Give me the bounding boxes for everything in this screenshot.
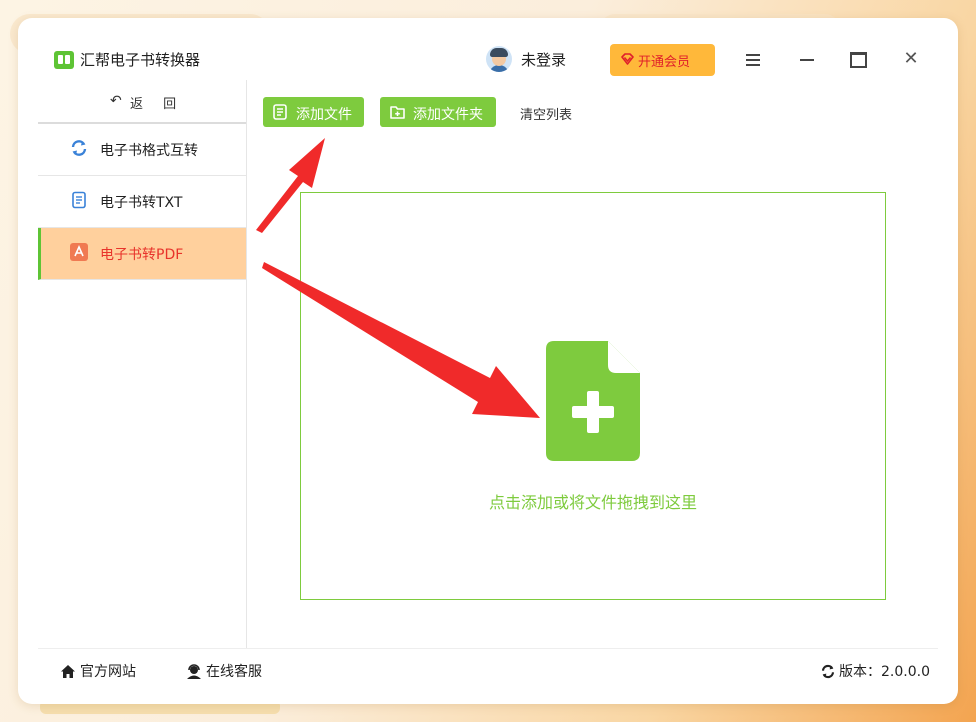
back-label: 返 回 — [130, 97, 185, 112]
title-bar: 汇帮电子书转换器 未登录 开通会员 ✕ — [18, 18, 958, 80]
drop-hint: 点击添加或将文件拖拽到这里 — [488, 493, 697, 512]
add-folder-label: 添加文件夹 — [413, 106, 483, 122]
online-support-link[interactable]: 在线客服 — [186, 661, 262, 681]
vip-button[interactable]: 开通会员 — [610, 44, 715, 76]
app-window: 汇帮电子书转换器 未登录 开通会员 ✕ ↶ 返 回 电子书格式互转 电子书转TX… — [18, 18, 958, 704]
support-agent-icon — [187, 664, 201, 679]
version-label: 版本：2.0.0.0 — [839, 664, 930, 680]
clear-list-button[interactable]: 清空列表 — [520, 104, 572, 123]
minimize-icon[interactable] — [794, 46, 820, 72]
sidebar-item-format-convert[interactable]: 电子书格式互转 — [38, 124, 246, 176]
app-title: 汇帮电子书转换器 — [80, 51, 201, 69]
drop-zone[interactable]: 点击添加或将文件拖拽到这里 — [300, 192, 886, 600]
sidebar-item-to-txt[interactable]: 电子书转TXT — [38, 176, 246, 228]
online-support-label: 在线客服 — [206, 664, 262, 680]
sidebar-item-label: 电子书格式互转 — [100, 143, 198, 159]
home-icon — [61, 665, 75, 678]
refresh-icon — [821, 664, 835, 679]
back-button[interactable]: ↶ 返 回 — [38, 80, 246, 124]
sync-icon — [71, 140, 87, 156]
version-info: 版本：2.0.0.0 — [820, 661, 930, 681]
footer: 官方网站 在线客服 版本：2.0.0.0 — [38, 648, 938, 689]
maximize-icon[interactable] — [845, 46, 871, 72]
vip-label: 开通会员 — [638, 54, 691, 69]
add-file-icon — [273, 104, 287, 120]
pdf-icon — [70, 243, 88, 261]
diamond-icon — [621, 53, 634, 65]
add-folder-button[interactable]: 添加文件夹 — [380, 97, 496, 127]
back-arrow-icon: ↶ — [110, 93, 122, 109]
sidebar-item-label: 电子书转PDF — [100, 247, 184, 263]
close-icon[interactable]: ✕ — [898, 46, 924, 72]
sidebar-item-label: 电子书转TXT — [100, 195, 183, 211]
add-file-button[interactable]: 添加文件 — [263, 97, 364, 127]
sidebar-item-to-pdf[interactable]: 电子书转PDF — [38, 228, 246, 280]
add-file-label: 添加文件 — [296, 106, 352, 122]
login-status[interactable]: 未登录 — [521, 49, 566, 70]
menu-icon[interactable] — [740, 46, 766, 72]
add-folder-icon — [390, 106, 405, 119]
official-website-label: 官方网站 — [80, 664, 136, 680]
document-icon — [72, 191, 86, 209]
app-logo-icon — [54, 51, 74, 69]
sidebar: ↶ 返 回 电子书格式互转 电子书转TXT 电子书转PDF — [38, 80, 247, 648]
add-document-icon — [546, 341, 640, 461]
official-website-link[interactable]: 官方网站 — [60, 661, 136, 681]
user-avatar[interactable] — [486, 46, 512, 72]
